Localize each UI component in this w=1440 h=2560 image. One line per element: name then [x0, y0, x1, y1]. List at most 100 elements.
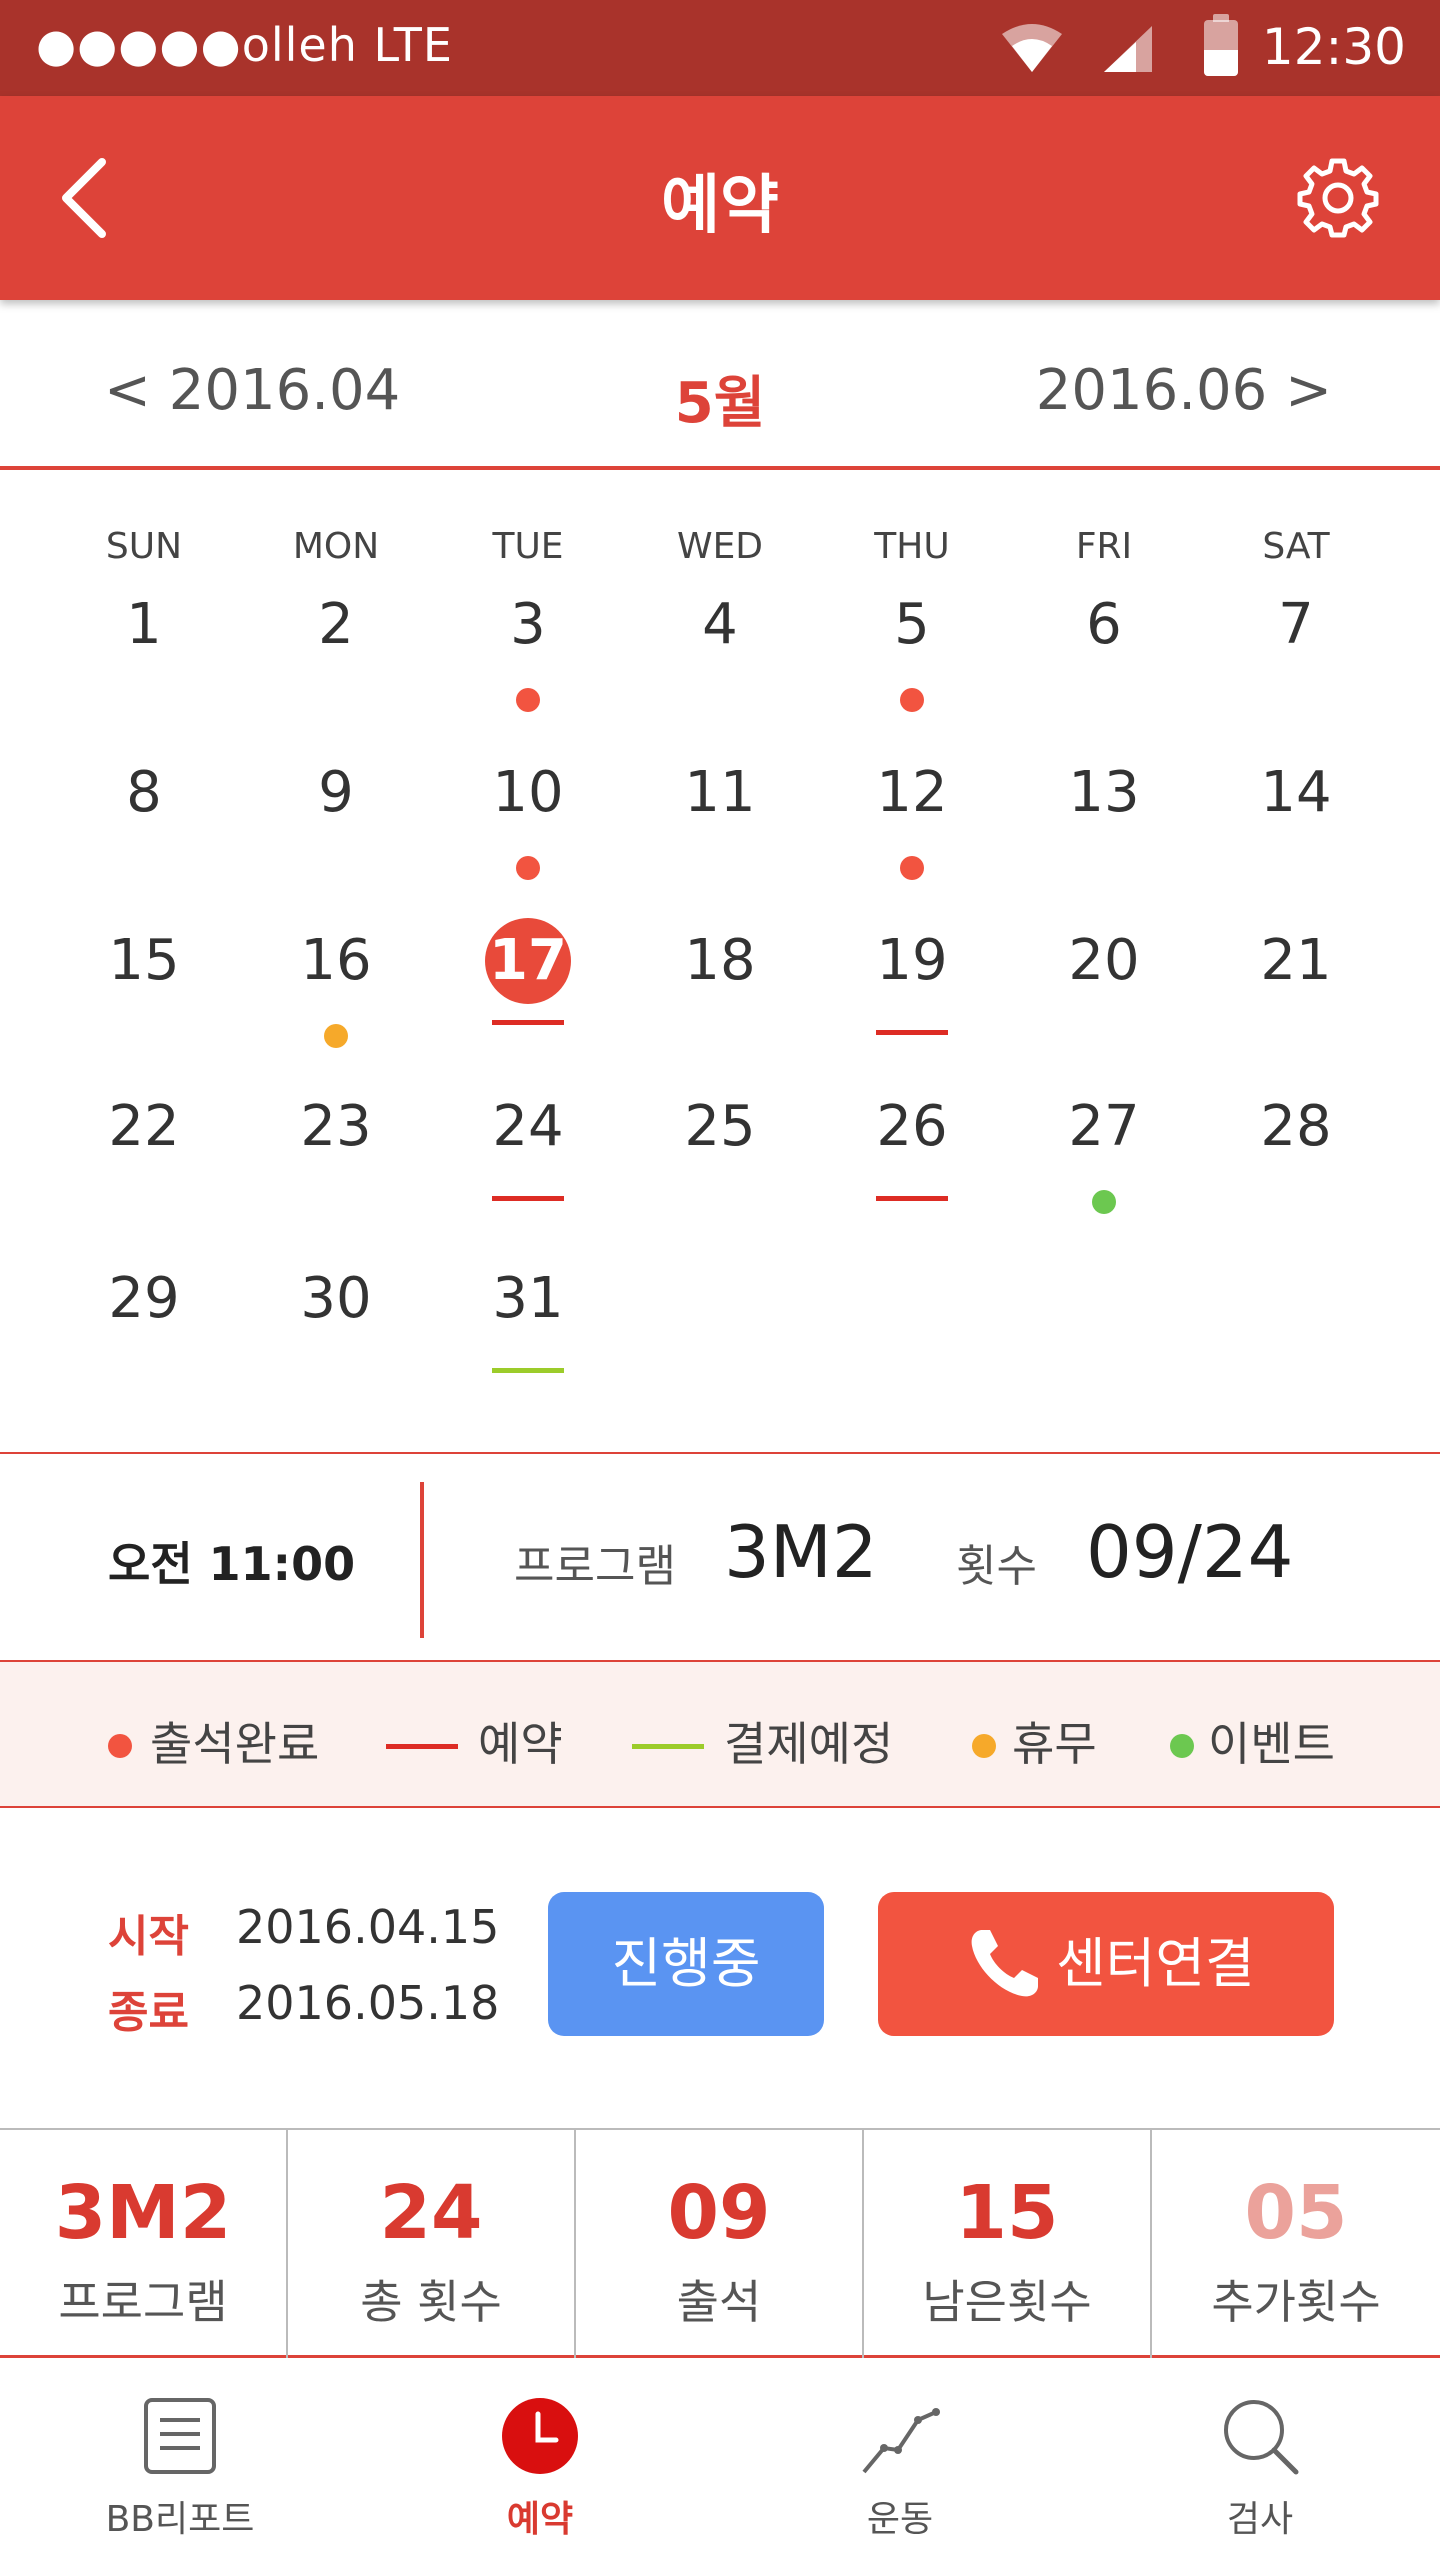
calendar-day[interactable]: 9 — [240, 760, 432, 880]
app-bar: 예약 — [0, 96, 1440, 300]
signal-icon — [1104, 26, 1152, 72]
calendar-day[interactable]: 2 — [240, 592, 432, 712]
nav-item[interactable]: 운동 — [720, 2358, 1080, 2560]
calendar-day[interactable]: 26 — [816, 1094, 1008, 1214]
calendar-day[interactable]: 25 — [624, 1094, 816, 1214]
stat-label: 프로그램 — [58, 2275, 228, 2329]
day-number: 8 — [126, 760, 162, 825]
weekday-header: MON — [292, 526, 380, 567]
attended-marker-dot — [516, 688, 540, 712]
stat-value: 24 — [379, 2170, 483, 2256]
day-number: 24 — [492, 1094, 564, 1159]
nav-item[interactable]: 예약 — [360, 2358, 720, 2560]
calendar-day[interactable]: 21 — [1200, 928, 1392, 1048]
reserved-marker-line — [876, 1196, 948, 1201]
start-label: 시작 — [108, 1911, 189, 1962]
stat-cell: 24 총 횟수 — [288, 2130, 576, 2358]
month-navigation: < 2016.04 5월 2016.06 > — [0, 300, 1440, 470]
payment-line-icon — [632, 1744, 704, 1749]
report-icon — [138, 2394, 222, 2478]
calendar-day[interactable]: 24 — [432, 1094, 624, 1214]
weekday-header: FRI — [1075, 526, 1133, 567]
membership-stats: 3M2 프로그램 24 총 횟수 09 출석 15 남은횟수 05 추가횟수 — [0, 2128, 1440, 2358]
calendar-day[interactable]: 4 — [624, 592, 816, 712]
calendar-day[interactable]: 30 — [240, 1266, 432, 1386]
nav-label: 운동 — [866, 2499, 934, 2540]
day-number: 3 — [510, 592, 546, 657]
calendar-day[interactable]: 5 — [816, 592, 1008, 712]
stat-value: 15 — [955, 2170, 1059, 2256]
day-number: 19 — [876, 928, 948, 993]
calendar-day[interactable]: 28 — [1200, 1094, 1392, 1214]
calendar-day[interactable]: 13 — [1008, 760, 1200, 880]
calendar-day[interactable]: 11 — [624, 760, 816, 880]
stat-label: 총 횟수 — [360, 2275, 502, 2329]
attended-marker-dot — [900, 688, 924, 712]
call-center-button[interactable]: 센터연결 — [878, 1892, 1334, 2036]
calendar-day[interactable]: 29 — [48, 1266, 240, 1386]
day-number: 25 — [684, 1094, 756, 1159]
legend-attended: 출석완료 — [150, 1717, 320, 1771]
calendar-day[interactable]: 3 — [432, 592, 624, 712]
calendar-day[interactable]: 7 — [1200, 592, 1392, 712]
day-number: 27 — [1068, 1094, 1140, 1159]
attended-marker-dot — [516, 856, 540, 880]
class-info: 오전 11:00 프로그램 3M2 횟수 09/24 — [0, 1452, 1440, 1660]
nav-label: 예약 — [506, 2499, 574, 2540]
day-number: 29 — [108, 1266, 180, 1331]
stat-label: 남은횟수 — [922, 2275, 1092, 2329]
membership-period: 시작 2016.04.15 종료 2016.05.18 진행중 센터연결 — [0, 1808, 1440, 2128]
calendar-day[interactable]: 12 — [816, 760, 1008, 880]
calendar-day[interactable]: 10 — [432, 760, 624, 880]
day-number: 14 — [1260, 760, 1332, 825]
next-month-button[interactable]: 2016.06 > — [1036, 358, 1332, 423]
reserved-line-icon — [386, 1744, 458, 1749]
weekday-header: SUN — [105, 526, 183, 567]
holiday-marker-dot — [324, 1024, 348, 1048]
day-number: 28 — [1260, 1094, 1332, 1159]
calendar-day[interactable]: 15 — [48, 928, 240, 1048]
calendar-day[interactable]: 18 — [624, 928, 816, 1048]
stat-cell: 05 추가횟수 — [1152, 2130, 1440, 2358]
day-number: 13 — [1068, 760, 1140, 825]
event-dot-icon — [1170, 1734, 1194, 1758]
nav-item[interactable]: 검사 — [1080, 2358, 1440, 2560]
calendar-day[interactable]: 14 — [1200, 760, 1392, 880]
calendar-day[interactable]: 16 — [240, 928, 432, 1048]
chart-line-icon — [858, 2394, 942, 2478]
weekday-header: TUE — [492, 526, 564, 567]
day-number: 7 — [1278, 592, 1314, 657]
start-date: 2016.04.15 — [236, 1900, 500, 1954]
gear-icon[interactable] — [1296, 156, 1380, 240]
call-center-label: 센터연결 — [1056, 1932, 1255, 1995]
day-number: 6 — [1086, 592, 1122, 657]
calendar-day[interactable]: 22 — [48, 1094, 240, 1214]
day-number: 2 — [318, 592, 354, 657]
day-number: 4 — [702, 592, 738, 657]
carrier-label: ●●●●●olleh LTE — [36, 18, 453, 72]
calendar-day[interactable]: 1 — [48, 592, 240, 712]
status-button[interactable]: 진행중 — [548, 1892, 824, 2036]
calendar-day[interactable]: 8 — [48, 760, 240, 880]
nav-item[interactable]: BB리포트 — [0, 2358, 360, 2560]
day-number: 11 — [684, 760, 756, 825]
calendar-day[interactable]: 19 — [816, 928, 1008, 1048]
calendar-day[interactable]: 17 — [432, 918, 624, 1048]
day-number: 1 — [126, 592, 162, 657]
calendar-day[interactable]: 20 — [1008, 928, 1200, 1048]
stat-value: 05 — [1244, 2170, 1348, 2256]
calendar-day[interactable]: 27 — [1008, 1094, 1200, 1214]
day-number: 16 — [300, 928, 372, 993]
battery-icon — [1204, 14, 1238, 76]
calendar-day[interactable]: 31 — [432, 1266, 624, 1386]
nav-label: 검사 — [1226, 2499, 1294, 2540]
nav-label: BB리포트 — [105, 2499, 255, 2540]
status-bar: ●●●●●olleh LTE 12:30 — [0, 0, 1440, 96]
day-number: 26 — [876, 1094, 948, 1159]
legend-event: 이벤트 — [1208, 1717, 1335, 1771]
calendar-day[interactable]: 6 — [1008, 592, 1200, 712]
payment-marker-line — [492, 1368, 564, 1373]
end-label: 종료 — [108, 1987, 189, 2038]
clock-icon — [498, 2394, 582, 2478]
calendar-day[interactable]: 23 — [240, 1094, 432, 1214]
